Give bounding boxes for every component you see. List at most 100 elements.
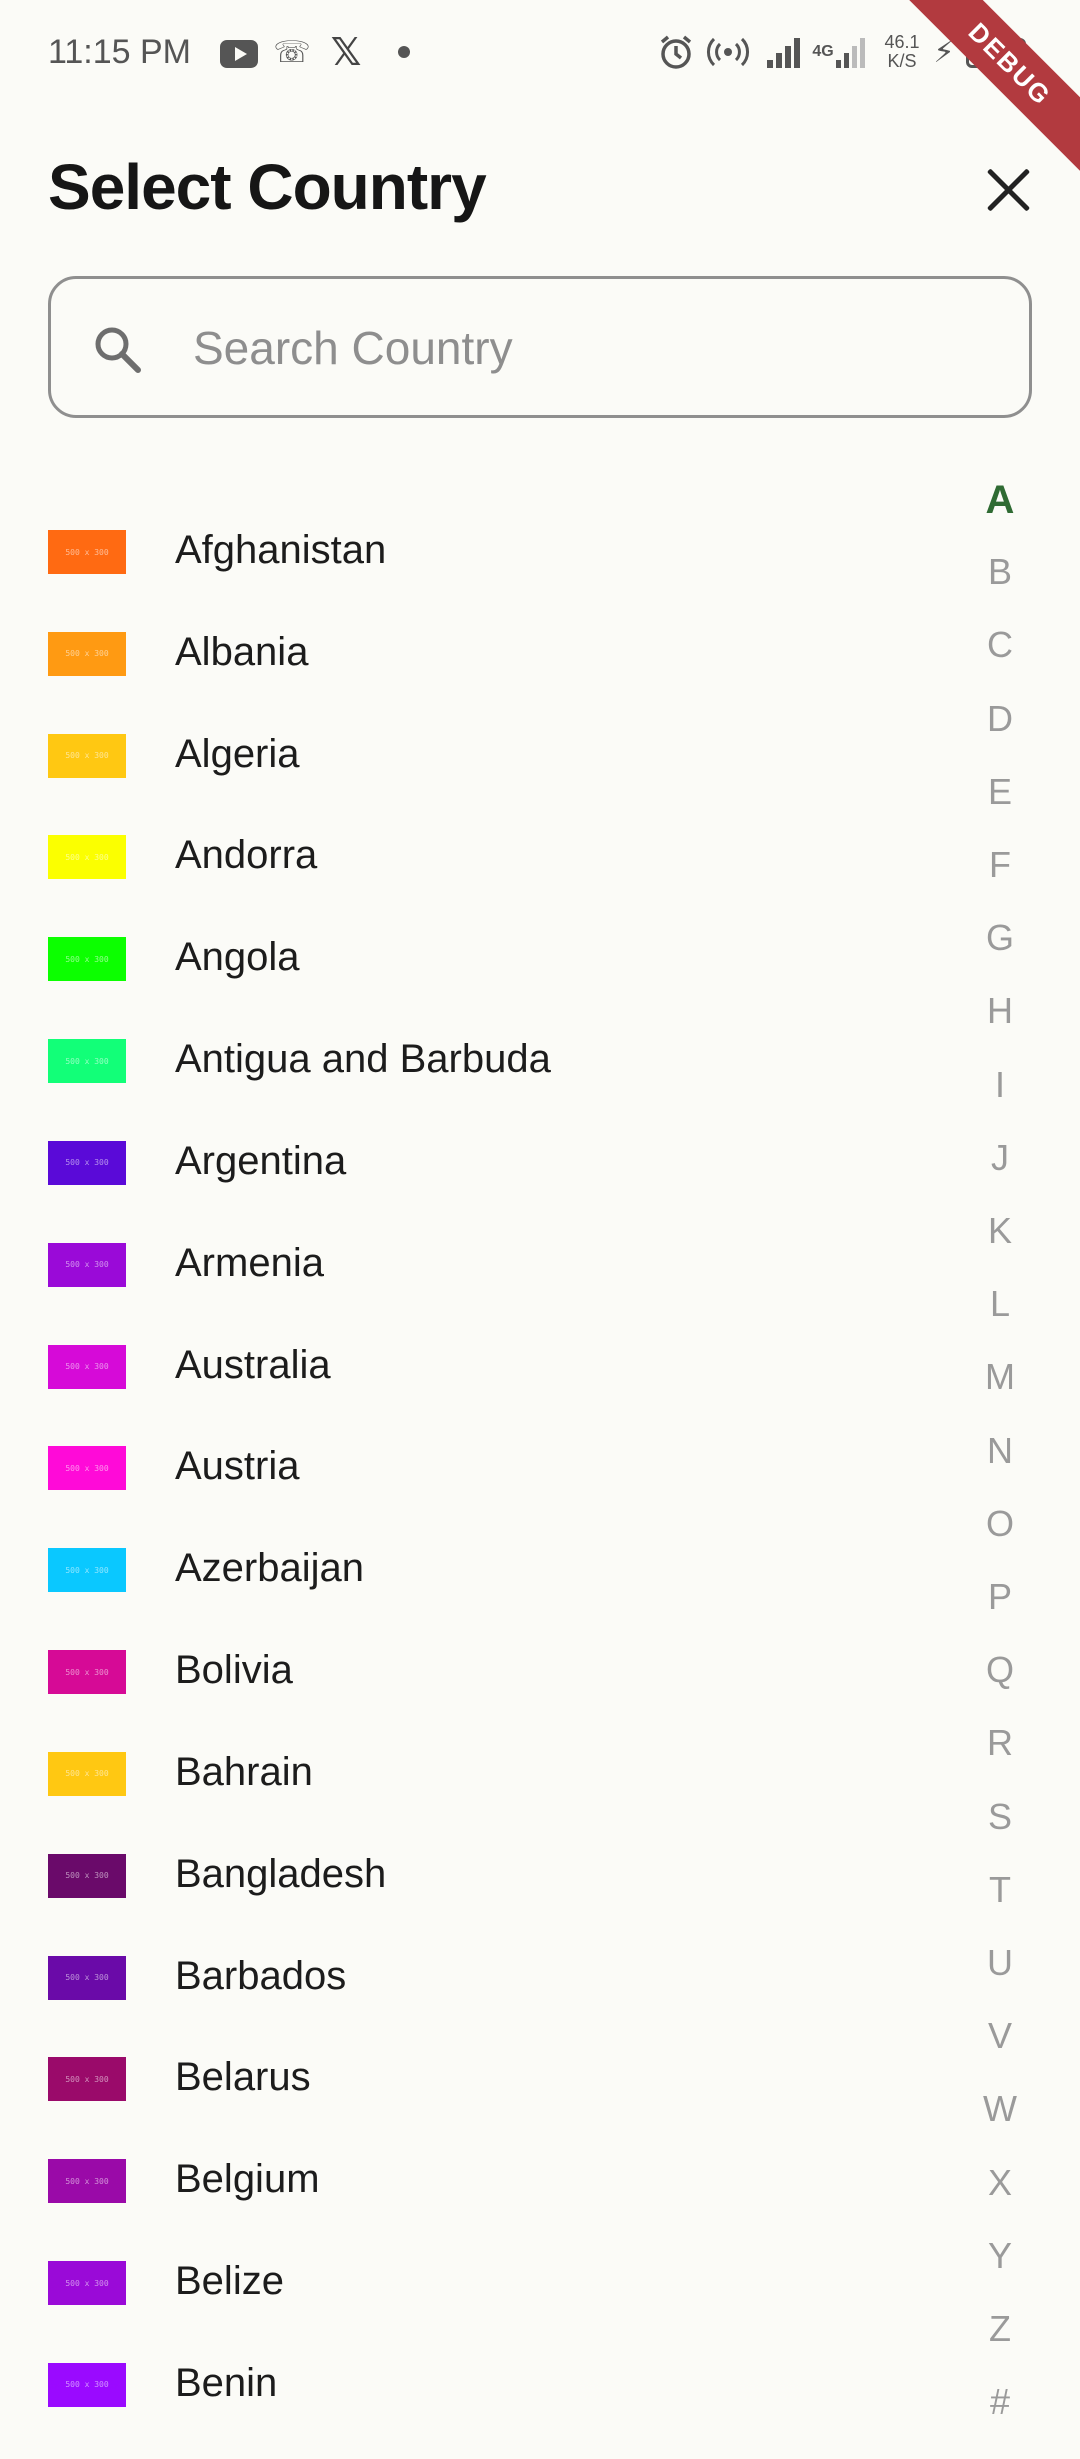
country-row[interactable]: 500 x 300 Azerbaijan — [0, 1516, 940, 1618]
signal-icon — [765, 34, 805, 70]
country-row[interactable]: 500 x 300 Belarus — [0, 2025, 940, 2127]
country-name: Argentina — [175, 1138, 347, 1183]
country-name: Antigua and Barbuda — [175, 1037, 551, 1082]
country-row[interactable]: 500 x 300 Australia — [0, 1313, 940, 1415]
alphabet-letter[interactable]: O — [960, 1503, 1040, 1545]
x-logo-icon: 𝕏 — [330, 31, 362, 74]
country-row[interactable]: 500 x 300 Bolivia — [0, 1618, 940, 1720]
signal-4g-icon: 4G — [812, 34, 868, 70]
alphabet-letter[interactable]: W — [960, 2088, 1040, 2130]
alphabet-letter[interactable]: D — [960, 698, 1040, 740]
alphabet-letter[interactable]: U — [960, 1942, 1040, 1984]
country-name: Armenia — [175, 1240, 324, 1285]
alphabet-letter[interactable]: R — [960, 1722, 1040, 1764]
country-name: Angola — [175, 935, 300, 980]
country-row[interactable]: 500 x 300 Argentina — [0, 1109, 940, 1211]
alphabet-letter[interactable]: # — [960, 2381, 1040, 2423]
debug-banner: DEBUG — [885, 0, 1080, 189]
page-title: Select Country — [48, 151, 487, 223]
flag-icon: 500 x 300 — [48, 530, 126, 574]
country-name: Bangladesh — [175, 1851, 387, 1896]
flag-icon: 500 x 300 — [48, 1548, 126, 1593]
alphabet-letter[interactable]: B — [960, 551, 1040, 593]
country-row[interactable]: 500 x 300 Belgium — [0, 2127, 940, 2229]
alphabet-letter[interactable]: Y — [960, 2235, 1040, 2277]
country-row[interactable]: 500 x 300 Andorra — [0, 803, 940, 905]
country-row[interactable]: 500 x 300 Afghanistan — [0, 498, 940, 600]
country-row[interactable]: 500 x 300 Armenia — [0, 1211, 940, 1313]
alphabet-letter[interactable]: K — [960, 1210, 1040, 1252]
dot-icon — [398, 46, 410, 58]
country-row[interactable]: 500 x 300 Benin — [0, 2331, 940, 2433]
alphabet-letter[interactable]: H — [960, 990, 1040, 1032]
flag-icon: 500 x 300 — [48, 1242, 126, 1287]
flag-icon: 500 x 300 — [48, 1140, 126, 1185]
flag-icon: 500 x 300 — [48, 1344, 126, 1389]
country-name: Algeria — [175, 731, 300, 776]
country-name: Albania — [175, 629, 309, 674]
alphabet-letter[interactable]: Z — [960, 2308, 1040, 2350]
country-name: Andorra — [175, 833, 318, 878]
alphabet-letter[interactable]: V — [960, 2015, 1040, 2057]
hotspot-icon — [706, 34, 750, 70]
flag-icon: 500 x 300 — [48, 1853, 126, 1898]
alphabet-letter[interactable]: T — [960, 1869, 1040, 1911]
search-input[interactable] — [191, 309, 995, 387]
country-name: Australia — [175, 1342, 331, 1387]
alphabet-letter[interactable]: M — [960, 1356, 1040, 1398]
youtube-icon — [220, 40, 258, 68]
country-name: Benin — [175, 2360, 278, 2405]
flag-icon: 500 x 300 — [48, 631, 126, 676]
country-row[interactable]: 500 x 300 Austria — [0, 1414, 940, 1516]
alphabet-letter[interactable]: Q — [960, 1649, 1040, 1691]
country-row[interactable]: 500 x 300 Bahrain — [0, 1720, 940, 1822]
alphabet-letter[interactable]: S — [960, 1796, 1040, 1838]
country-name: Belarus — [175, 2055, 311, 2100]
alphabet-letter[interactable]: E — [960, 771, 1040, 813]
alphabet-letter[interactable]: J — [960, 1137, 1040, 1179]
alphabet-letter[interactable]: F — [960, 844, 1040, 886]
country-name: Azerbaijan — [175, 1546, 365, 1591]
flag-icon: 500 x 300 — [48, 1751, 126, 1796]
country-row[interactable]: 500 x 300 Albania — [0, 600, 940, 702]
alphabet-letter[interactable]: L — [960, 1283, 1040, 1325]
close-icon[interactable] — [980, 162, 1036, 218]
alphabet-letter[interactable]: A — [960, 478, 1040, 523]
alphabet-letter[interactable]: N — [960, 1430, 1040, 1472]
alphabet-letter[interactable]: I — [960, 1064, 1040, 1106]
country-name: Bolivia — [175, 1648, 293, 1693]
bot-icon: ☏ — [273, 35, 311, 69]
country-name: Austria — [175, 1444, 300, 1489]
alarm-icon — [658, 34, 694, 70]
flag-icon: 500 x 300 — [48, 2057, 126, 2102]
country-name: Afghanistan — [175, 528, 387, 572]
country-row[interactable]: 500 x 300 Barbados — [0, 1924, 940, 2026]
alphabet-letter[interactable]: X — [960, 2162, 1040, 2204]
flag-icon: 500 x 300 — [48, 2261, 126, 2306]
flag-icon: 500 x 300 — [48, 2362, 126, 2407]
country-name: Belize — [175, 2259, 284, 2304]
country-name: Barbados — [175, 1953, 347, 1998]
country-row[interactable]: 500 x 300 Algeria — [0, 702, 940, 804]
flag-icon: 500 x 300 — [48, 1955, 126, 2000]
flag-icon: 500 x 300 — [48, 1650, 126, 1695]
alphabet-letter[interactable]: P — [960, 1576, 1040, 1618]
alphabet-letter[interactable]: C — [960, 624, 1040, 666]
country-row[interactable]: 500 x 300 Angola — [0, 905, 940, 1007]
flag-icon: 500 x 300 — [48, 2159, 126, 2204]
alphabet-letter[interactable]: G — [960, 917, 1040, 959]
country-row[interactable]: 500 x 300 Antigua and Barbuda — [0, 1007, 940, 1109]
search-icon — [95, 327, 141, 373]
status-time: 11:15 PM — [48, 33, 192, 71]
country-row[interactable]: 500 x 300 Belize — [0, 2229, 940, 2331]
search-box[interactable] — [48, 276, 1032, 418]
flag-icon: 500 x 300 — [48, 1446, 126, 1491]
flag-icon: 500 x 300 — [48, 937, 126, 982]
network-speed: 46.1 K/S — [880, 33, 924, 71]
country-name: Belgium — [175, 2157, 320, 2202]
country-row[interactable]: 500 x 300 Bangladesh — [0, 1822, 940, 1924]
country-name: Bahrain — [175, 1749, 313, 1794]
flag-icon: 500 x 300 — [48, 733, 126, 778]
flag-icon: 500 x 300 — [48, 1039, 126, 1084]
network-speed-unit: K/S — [887, 51, 917, 71]
